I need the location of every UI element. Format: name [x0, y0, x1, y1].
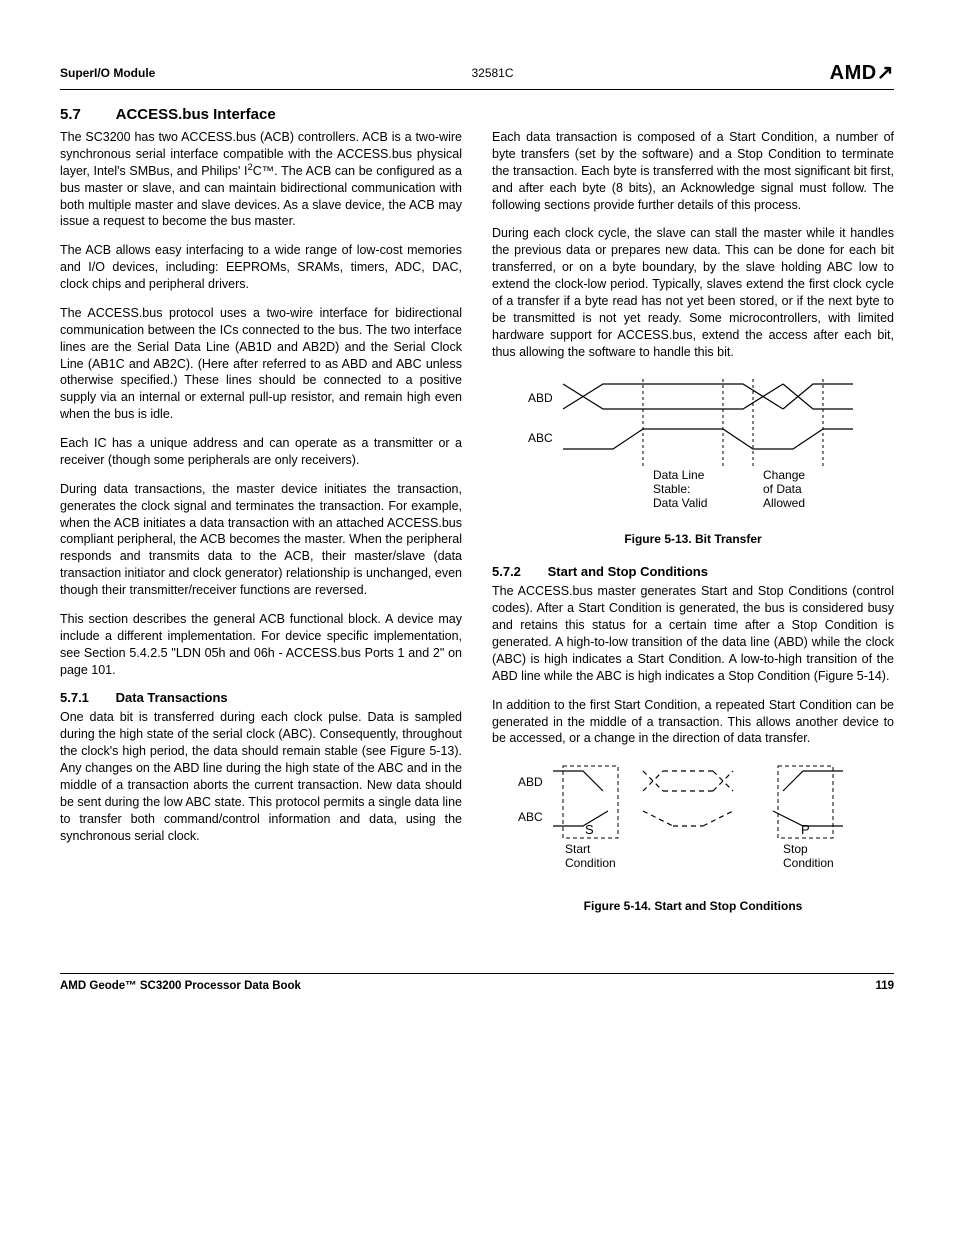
subsection-title: Data Transactions [116, 690, 228, 705]
body-paragraph: Each IC has a unique address and can ope… [60, 435, 462, 469]
section-heading: 5.7 ACCESS.bus Interface [60, 106, 894, 123]
subsection-heading: 5.7.2 Start and Stop Conditions [492, 564, 894, 579]
section-title: ACCESS.bus Interface [116, 106, 276, 123]
header-docnum: 32581C [471, 66, 513, 80]
svg-text:Start: Start [565, 842, 591, 856]
svg-text:Data Valid: Data Valid [653, 496, 707, 510]
figure-caption: Figure 5-13. Bit Transfer [492, 532, 894, 546]
body-paragraph: Each data transaction is composed of a S… [492, 129, 894, 213]
page-number: 119 [875, 980, 894, 992]
svg-text:ABD: ABD [518, 775, 543, 789]
body-paragraph: The SC3200 has two ACCESS.bus (ACB) cont… [60, 129, 462, 230]
body-paragraph: The ACCESS.bus master generates Start an… [492, 583, 894, 684]
svg-text:ABC: ABC [518, 810, 543, 824]
svg-text:P: P [801, 822, 810, 837]
page-header: SuperI/O Module 32581C AMD↗ [60, 60, 894, 90]
svg-text:of Data: of Data [763, 482, 802, 496]
figure-caption: Figure 5-14. Start and Stop Conditions [492, 899, 894, 913]
body-paragraph: The ACB allows easy interfacing to a wid… [60, 242, 462, 293]
svg-text:Condition: Condition [565, 856, 616, 870]
subsection-number: 5.7.1 [60, 690, 112, 705]
body-paragraph: During data transactions, the master dev… [60, 481, 462, 599]
svg-text:Data Line: Data Line [653, 468, 705, 482]
fig13-abc-label: ABC [528, 431, 553, 445]
figure-5-14: ABD ABC S P Start Condition Stop Conditi… [492, 761, 894, 913]
svg-text:Stable:: Stable: [653, 482, 690, 496]
svg-text:Change: Change [763, 468, 805, 482]
bit-transfer-diagram: ABD ABC Data Line Stable: Data Valid Cha… [513, 374, 873, 524]
body-paragraph: During each clock cycle, the slave can s… [492, 225, 894, 360]
body-paragraph: The ACCESS.bus protocol uses a two-wire … [60, 305, 462, 423]
header-left: SuperI/O Module [60, 66, 155, 80]
page-footer: AMD Geode™ SC3200 Processor Data Book 11… [60, 973, 894, 992]
svg-text:Condition: Condition [783, 856, 834, 870]
fig13-abd-label: ABD [528, 391, 553, 405]
svg-text:Stop: Stop [783, 842, 808, 856]
svg-text:S: S [585, 822, 594, 837]
subsection-heading: 5.7.1 Data Transactions [60, 690, 462, 705]
footer-left: AMD Geode™ SC3200 Processor Data Book [60, 980, 301, 992]
figure-5-13: ABD ABC Data Line Stable: Data Valid Cha… [492, 374, 894, 546]
subsection-number: 5.7.2 [492, 564, 544, 579]
body-paragraph: In addition to the first Start Condition… [492, 697, 894, 748]
start-stop-diagram: ABD ABC S P Start Condition Stop Conditi… [503, 761, 883, 891]
amd-logo: AMD↗ [830, 60, 894, 85]
subsection-title: Start and Stop Conditions [548, 564, 708, 579]
svg-text:Allowed: Allowed [763, 496, 805, 510]
body-paragraph: This section describes the general ACB f… [60, 611, 462, 679]
body-paragraph: One data bit is transferred during each … [60, 709, 462, 844]
section-number: 5.7 [60, 106, 112, 123]
amd-arrow-icon: ↗ [877, 60, 894, 85]
